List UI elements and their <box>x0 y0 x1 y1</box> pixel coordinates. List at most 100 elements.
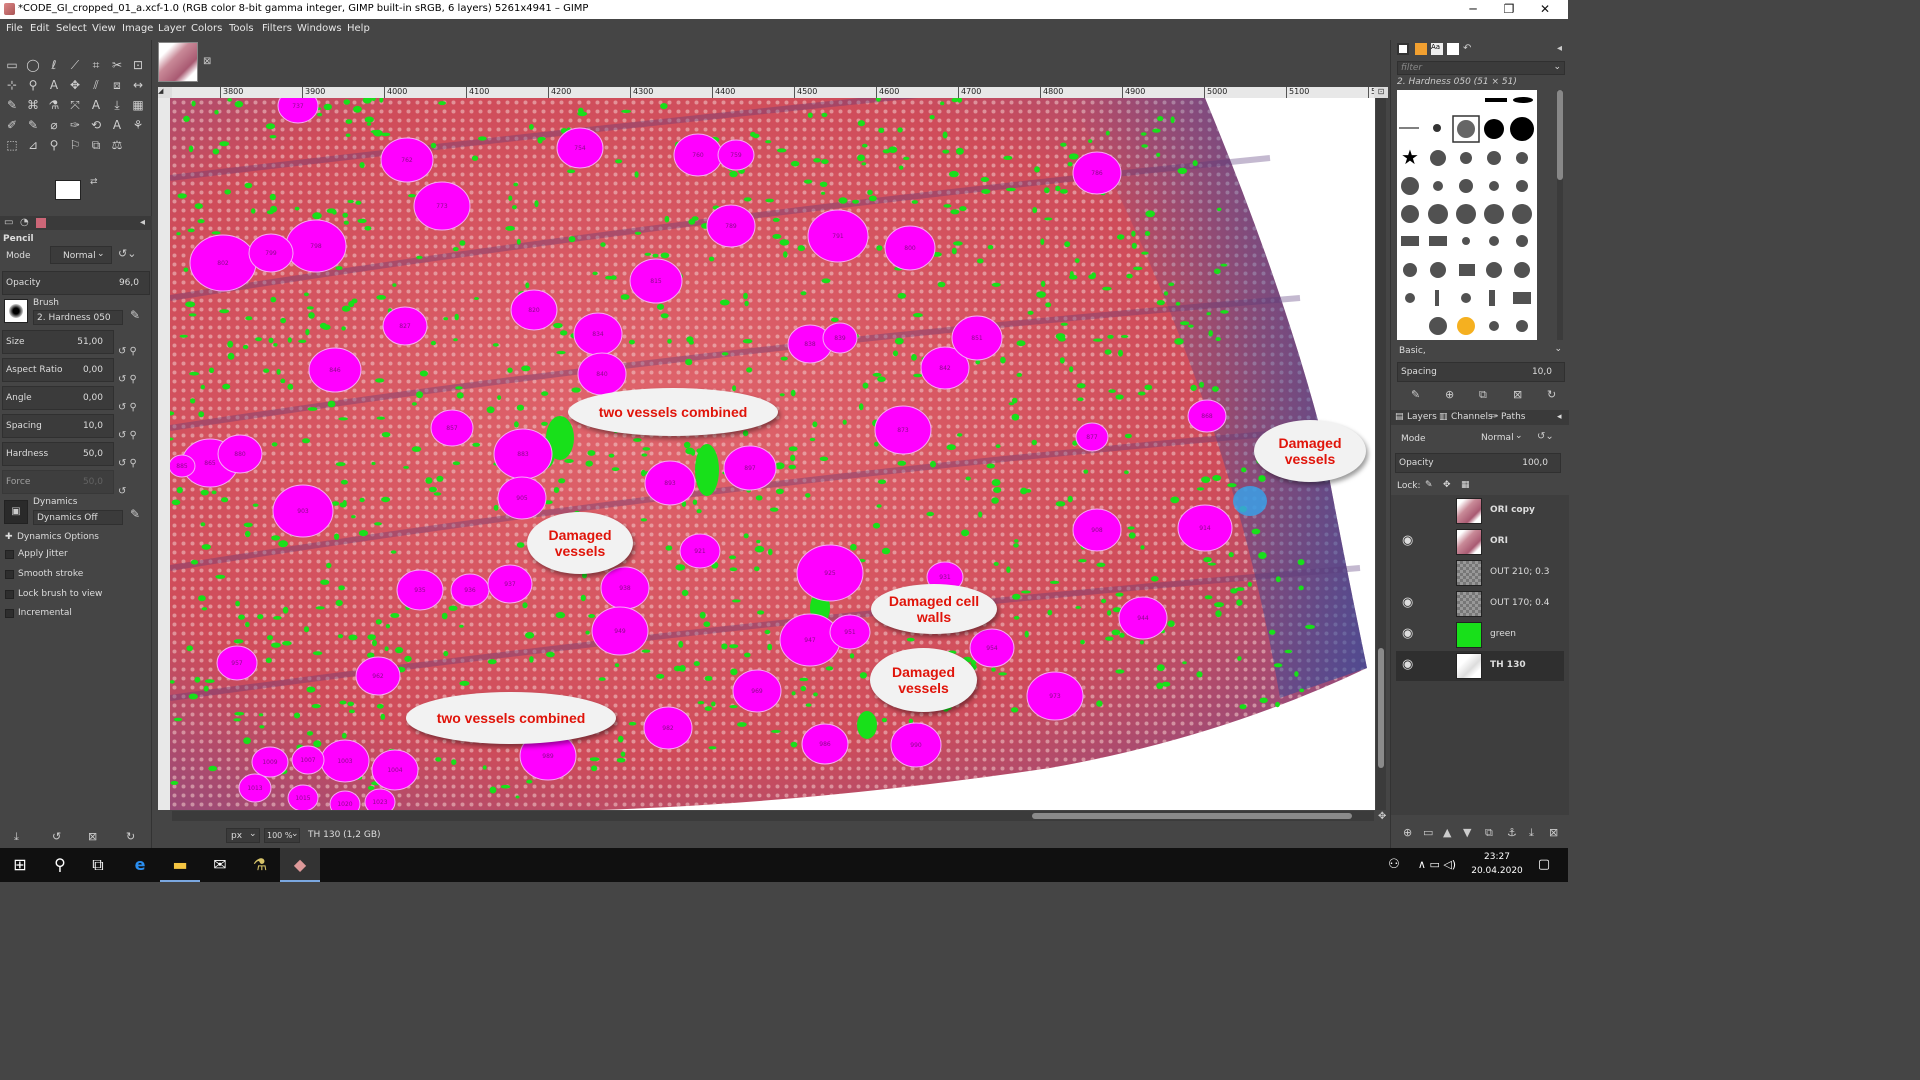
tool-icon[interactable]: ✂ <box>108 56 126 74</box>
tool-icon[interactable]: ⊿ <box>24 136 42 154</box>
unit-dropdown[interactable]: px ⌄ <box>226 828 260 843</box>
zoom-lock-icon[interactable]: ⊡ <box>1374 87 1388 98</box>
system-tray-icons[interactable]: ∧ ▭ ◁) <box>1404 848 1470 882</box>
eye-icon[interactable]: ◉ <box>1402 595 1413 610</box>
brush-name-field[interactable]: 2. Hardness 050 <box>33 310 123 325</box>
tool-icon[interactable]: ⧈ <box>108 76 126 94</box>
image-thumbnail-tab[interactable] <box>158 42 198 82</box>
new-layer-group-icon[interactable]: ▭ <box>1423 826 1433 839</box>
swap-colors-icon[interactable]: ⇄ <box>90 177 98 187</box>
panel-menu-icon[interactable]: ◂ <box>140 217 145 228</box>
fonts-tab-icon[interactable]: Aa <box>1431 43 1443 55</box>
vertical-scrollbar[interactable] <box>1376 98 1386 810</box>
file-explorer-icon[interactable]: ▬ <box>160 848 200 882</box>
brush-preview[interactable] <box>4 299 28 323</box>
size-slider[interactable]: Size 51,00 <box>2 330 114 354</box>
tool-icon[interactable]: ⚐ <box>66 136 84 154</box>
tool-icon[interactable]: ⊡ <box>129 56 147 74</box>
duplicate-layer-icon[interactable]: ⧉ <box>1485 826 1493 840</box>
dynamics-field[interactable]: Dynamics Off <box>33 510 123 525</box>
tab-layers[interactable]: Layers <box>1407 412 1437 422</box>
tab-channels[interactable]: Channels <box>1451 412 1493 422</box>
task-view-icon[interactable]: ⧉ <box>78 848 118 882</box>
tool-icon[interactable]: ⚗ <box>45 96 63 114</box>
opacity-slider[interactable]: Opacity 96,0 <box>2 271 150 295</box>
menu-file[interactable]: File <box>6 23 23 34</box>
tool-icon[interactable]: ⟲ <box>87 116 105 134</box>
menu-colors[interactable]: Colors <box>191 23 222 34</box>
tool-icon[interactable]: ⚲ <box>45 136 63 154</box>
tool-icon[interactable]: ✐ <box>3 116 21 134</box>
tool-icon[interactable]: ⬚ <box>3 136 21 154</box>
menu-layer[interactable]: Layer <box>158 23 186 34</box>
tool-icon[interactable]: ⫽ <box>87 76 105 94</box>
duplicate-brush-icon[interactable]: ⧉ <box>1479 388 1487 402</box>
lock-pixels-icon[interactable]: ✎ <box>1425 480 1433 490</box>
expand-icon[interactable]: ✚ <box>5 532 13 542</box>
restore-options-icon[interactable]: ↺ <box>52 830 61 843</box>
tool-icon[interactable]: ⌘ <box>24 96 42 114</box>
apply-jitter-checkbox[interactable] <box>5 550 14 559</box>
reset-sliders-icons[interactable]: ↺ ⚲ ↺ ⚲ ↺ ⚲ ↺ ⚲ ↺ ⚲ ↺ <box>118 338 137 506</box>
menu-view[interactable]: View <box>92 23 116 34</box>
quick-mask-corner-icon[interactable]: ◢ <box>158 87 172 98</box>
mail-icon[interactable]: ✉ <box>200 848 240 882</box>
brush-grid-scrollbar[interactable] <box>1557 90 1563 340</box>
tool-icon[interactable]: ⚲ <box>24 76 42 94</box>
tool-icon[interactable]: ↔ <box>129 76 147 94</box>
mode-dropdown[interactable]: Normal ⌄ <box>50 246 112 264</box>
layers-menu-icon[interactable]: ◂ <box>1557 412 1562 422</box>
horizontal-ruler[interactable]: 3800 3900 4000 4100 4200 4300 4400 4500 4600 4700… <box>172 87 1374 98</box>
layer-row-out-170[interactable]: ◉ OUT 170; 0.4 <box>1396 589 1564 619</box>
layer-row-out-210[interactable]: OUT 210; 0.3 <box>1396 558 1564 588</box>
tool-icon[interactable]: A <box>108 116 126 134</box>
layer-row-ori-copy[interactable]: ORI copy <box>1396 496 1564 526</box>
tool-icon[interactable]: ⌗ <box>87 56 105 74</box>
menu-filters[interactable]: Filters <box>262 23 292 34</box>
layer-opacity-slider[interactable]: Opacity 100,0 <box>1395 453 1561 473</box>
dynamics-options-expander[interactable]: Dynamics Options <box>17 532 99 542</box>
edit-brush-icon[interactable]: ✎ <box>130 308 140 322</box>
tool-icon[interactable]: ⌀ <box>45 116 63 134</box>
close-image-icon[interactable]: ⊠ <box>203 56 211 67</box>
lock-brush-checkbox[interactable] <box>5 590 14 599</box>
eye-icon[interactable]: ◉ <box>1402 626 1413 641</box>
menu-edit[interactable]: Edit <box>30 23 49 34</box>
tool-icon[interactable]: ✑ <box>66 116 84 134</box>
angle-slider[interactable]: Angle 0,00 <box>2 386 114 410</box>
gimp-taskbar-icon[interactable]: ◆ <box>280 848 320 882</box>
tool-icon[interactable]: ✎ <box>24 116 42 134</box>
tool-icon[interactable]: ⧉ <box>87 136 105 154</box>
brush-preset-dropdown[interactable]: Basic, ⌄ <box>1397 344 1565 358</box>
layer-row-ori[interactable]: ◉ ORI <box>1396 527 1564 557</box>
incremental-checkbox[interactable] <box>5 609 14 618</box>
tool-icon[interactable]: ⤧ <box>66 96 84 114</box>
edit-dynamics-icon[interactable]: ✎ <box>130 507 140 521</box>
lower-layer-icon[interactable]: ▼ <box>1463 826 1471 839</box>
layer-mode-dropdown[interactable]: Normal ⌄ <box>1471 430 1527 446</box>
tool-icon[interactable]: ⤓ <box>108 96 126 114</box>
tool-icon[interactable]: ⟋ <box>66 56 84 74</box>
brush-spacing-slider[interactable]: Spacing 10,0 <box>1397 362 1565 382</box>
eye-icon[interactable]: ◉ <box>1402 657 1413 672</box>
menu-select[interactable]: Select <box>56 23 87 34</box>
force-slider[interactable]: Force 50,0 <box>2 470 114 494</box>
tool-icon[interactable]: ⚘ <box>129 116 147 134</box>
reset-options-icon[interactable]: ↻ <box>126 830 135 843</box>
tool-icon[interactable]: ⚖ <box>108 136 126 154</box>
tool-icon[interactable]: A <box>87 96 105 114</box>
reset-layer-mode-icon[interactable]: ↺⌄ <box>1537 431 1554 442</box>
layer-row-green[interactable]: ◉ green <box>1396 620 1564 650</box>
horizontal-scrollbar[interactable] <box>172 811 1374 821</box>
eye-icon[interactable]: ◉ <box>1402 533 1413 548</box>
delete-layer-icon[interactable]: ⊠ <box>1549 826 1558 839</box>
spacing-slider[interactable]: Spacing 10,0 <box>2 414 114 438</box>
lock-position-icon[interactable]: ✥ <box>1443 480 1451 490</box>
refresh-brushes-icon[interactable]: ↻ <box>1547 388 1556 401</box>
device-status-tab-icon[interactable]: ◔ <box>20 217 29 228</box>
edge-browser-icon[interactable]: e <box>120 848 160 882</box>
brushes-tab-icon[interactable] <box>1397 43 1409 55</box>
dynamics-icon[interactable]: ▣ <box>4 500 28 524</box>
windows-start-icon[interactable]: ⊞ <box>0 848 40 882</box>
close-button[interactable]: ✕ <box>1522 0 1568 19</box>
